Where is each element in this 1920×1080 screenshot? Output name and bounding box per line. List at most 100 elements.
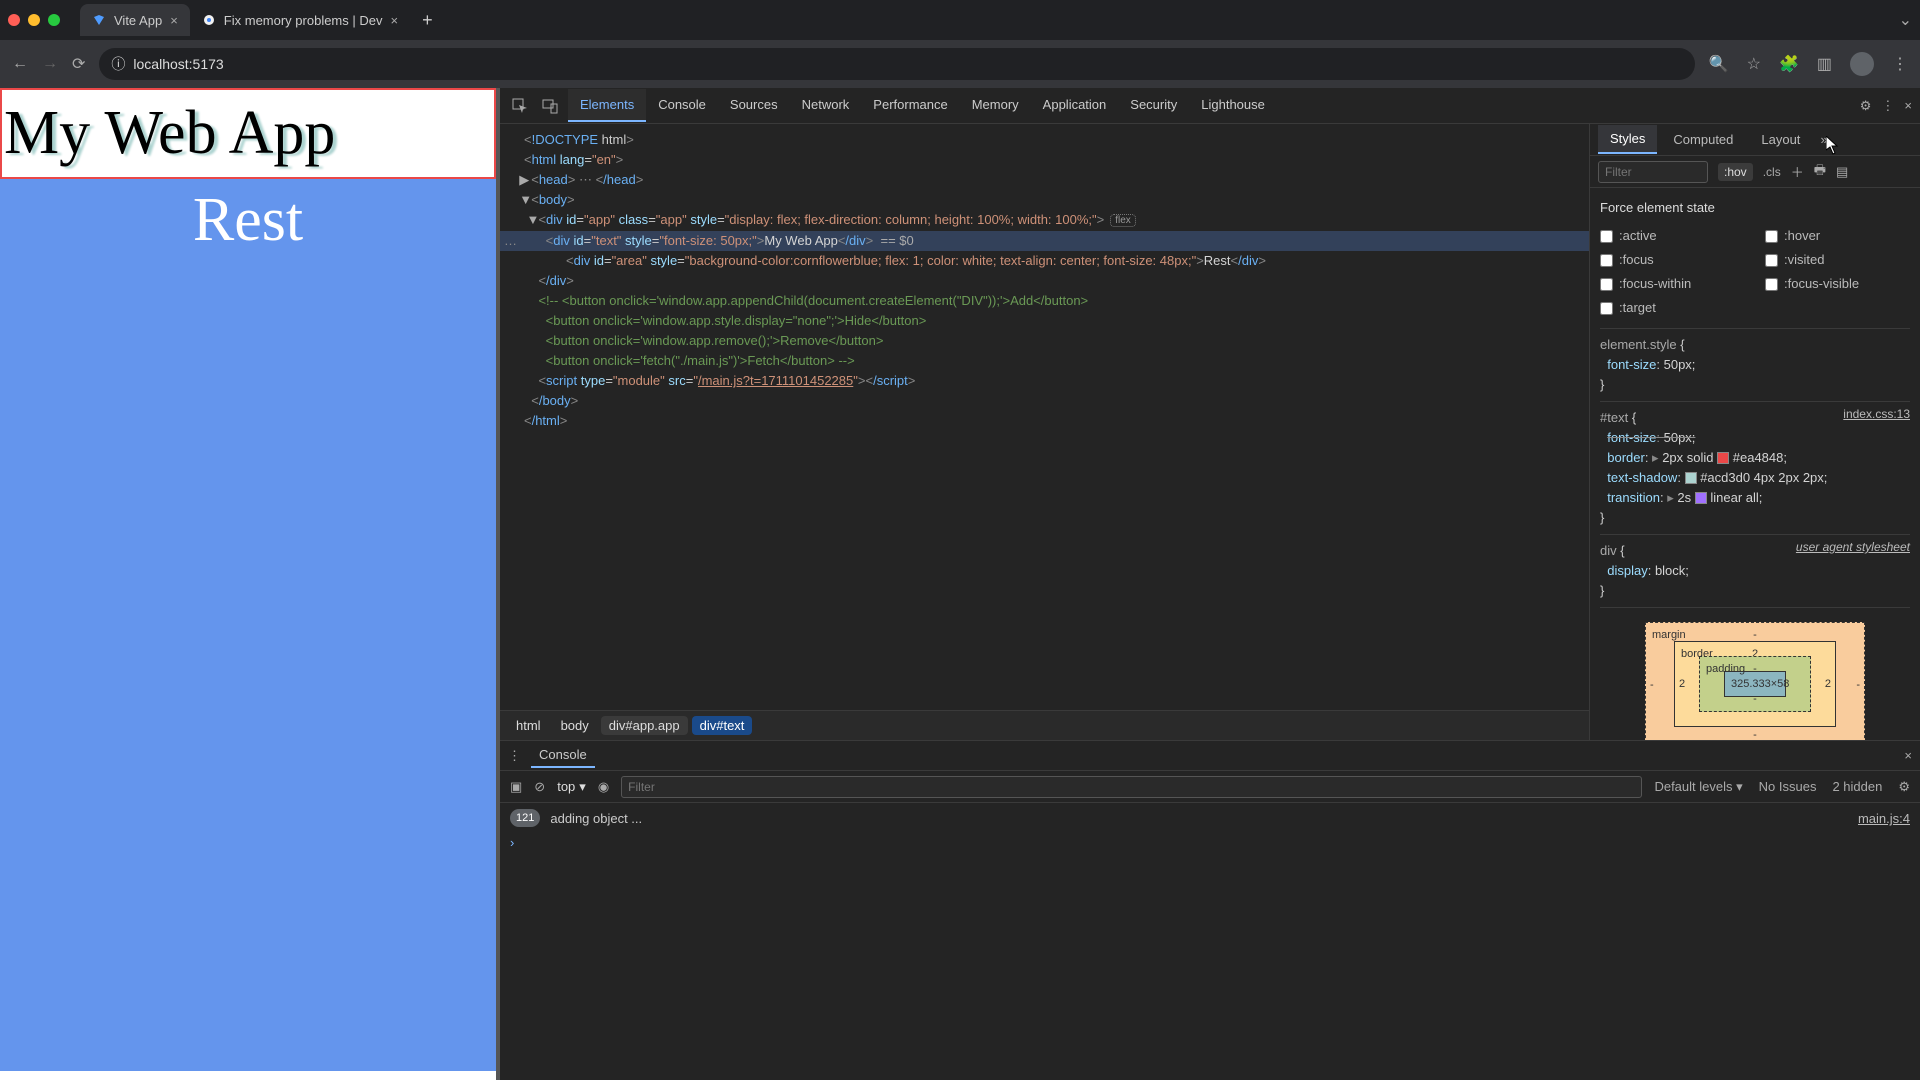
styles-tab-styles[interactable]: Styles: [1598, 125, 1657, 154]
dom-breadcrumb[interactable]: htmlbodydiv#app.appdiv#text: [500, 710, 1589, 740]
devtools-tab-performance[interactable]: Performance: [861, 89, 959, 122]
side-panel-icon[interactable]: ▥: [1817, 54, 1832, 74]
live-expression-icon[interactable]: ◉: [598, 779, 609, 795]
console-settings-icon[interactable]: ⚙: [1898, 779, 1910, 795]
dom-tree-line[interactable]: ▼<body>: [500, 190, 1589, 210]
dom-tree-line[interactable]: <!-- <button onclick='window.app.appendC…: [500, 291, 1589, 311]
dom-tree-line[interactable]: ▶<head> ⋯ </head>: [500, 170, 1589, 190]
cls-toggle[interactable]: .cls: [1763, 165, 1781, 179]
new-style-rule-icon[interactable]: ＋: [1791, 162, 1804, 181]
close-tab-icon[interactable]: ×: [170, 13, 178, 28]
state-toggle-visited[interactable]: :visited: [1765, 250, 1910, 270]
breadcrumb-item[interactable]: html: [508, 716, 549, 735]
dom-tree-line[interactable]: <!DOCTYPE html>: [500, 130, 1589, 150]
new-tab-button[interactable]: +: [410, 10, 445, 31]
log-source-link[interactable]: main.js:4: [1858, 809, 1910, 829]
console-filter-input[interactable]: [621, 776, 1642, 798]
chevron-down-icon: ▾: [579, 779, 586, 795]
browser-tab-2[interactable]: Fix memory problems | Dev ×: [190, 4, 410, 36]
execution-context-selector[interactable]: top ▾: [557, 779, 586, 795]
state-toggle-focus-within[interactable]: :focus-within: [1600, 274, 1745, 294]
console-drawer-tab[interactable]: Console: [531, 743, 595, 768]
dom-tree-line[interactable]: <button onclick='window.app.style.displa…: [500, 311, 1589, 331]
reload-button[interactable]: ⟳: [72, 54, 85, 74]
browser-tab-1[interactable]: Vite App ×: [80, 4, 190, 36]
force-element-state-header: Force element state: [1600, 194, 1910, 226]
devtools-tab-application[interactable]: Application: [1031, 89, 1119, 122]
kebab-menu-icon[interactable]: ⋮: [1892, 54, 1908, 74]
dom-tree-line[interactable]: <html lang="en">: [500, 150, 1589, 170]
hidden-label[interactable]: 2 hidden: [1832, 779, 1882, 794]
site-info-icon[interactable]: ⓘ: [111, 54, 125, 74]
dom-tree[interactable]: <!DOCTYPE html> <html lang="en"> ▶<head>…: [500, 124, 1589, 710]
dom-tree-line[interactable]: </html>: [500, 411, 1589, 431]
devtools-kebab-icon[interactable]: ⋮: [1881, 98, 1894, 114]
drawer-close-icon[interactable]: ×: [1904, 748, 1912, 763]
hov-toggle[interactable]: :hov: [1718, 163, 1753, 181]
clear-console-icon[interactable]: ⊘: [534, 779, 545, 795]
dom-tree-line[interactable]: </body>: [500, 391, 1589, 411]
close-window-dot[interactable]: [8, 14, 20, 26]
drawer-kebab-icon[interactable]: ⋮: [508, 748, 521, 764]
css-rule-block[interactable]: user agent stylesheetdiv { display: bloc…: [1600, 535, 1910, 608]
state-toggle-hover[interactable]: :hover: [1765, 226, 1910, 246]
bookmark-icon[interactable]: ☆: [1747, 54, 1761, 74]
issues-label[interactable]: No Issues: [1759, 779, 1817, 794]
styles-overflow-icon[interactable]: »: [1820, 132, 1827, 147]
profile-avatar[interactable]: [1850, 52, 1874, 76]
devtools-settings-icon[interactable]: ⚙: [1860, 98, 1872, 114]
breadcrumb-item[interactable]: body: [553, 716, 597, 735]
border-left-value[interactable]: 2: [1679, 674, 1685, 694]
styles-tab-layout[interactable]: Layout: [1749, 126, 1812, 153]
devtools-tab-memory[interactable]: Memory: [960, 89, 1031, 122]
dom-tree-line[interactable]: ▼<div id="app" class="app" style="displa…: [500, 210, 1589, 231]
styles-filter-input[interactable]: [1598, 161, 1708, 183]
address-bar[interactable]: ⓘ localhost:5173: [99, 48, 1694, 80]
dom-tree-line[interactable]: <button onclick='fetch("./main.js")'>Fet…: [500, 351, 1589, 371]
styles-tab-computed[interactable]: Computed: [1661, 126, 1745, 153]
close-tab-icon[interactable]: ×: [390, 13, 398, 28]
dom-tree-line[interactable]: <div id="area" style="background-color:c…: [500, 251, 1589, 271]
dom-tree-line[interactable]: … <div id="text" style="font-size: 50px;…: [500, 231, 1589, 251]
console-sidebar-toggle-icon[interactable]: ▣: [510, 779, 522, 795]
css-rule-block[interactable]: index.css:13#text { font-size: 50px; bor…: [1600, 402, 1910, 535]
log-levels-selector[interactable]: Default levels ▾: [1654, 779, 1742, 795]
dom-tree-line[interactable]: <script type="module" src="/main.js?t=17…: [500, 371, 1589, 391]
window-traffic-lights[interactable]: [8, 14, 60, 26]
devtools-tab-network[interactable]: Network: [790, 89, 862, 122]
margin-right-value[interactable]: -: [1856, 675, 1860, 695]
css-rule-block[interactable]: element.style { font-size: 50px;}: [1600, 329, 1910, 402]
breadcrumb-item[interactable]: div#app.app: [601, 716, 688, 735]
devtools-tab-sources[interactable]: Sources: [718, 89, 790, 122]
margin-bottom-value[interactable]: -: [1753, 725, 1757, 740]
border-right-value[interactable]: 2: [1825, 674, 1831, 694]
devtools-tab-lighthouse[interactable]: Lighthouse: [1189, 89, 1277, 122]
device-toolbar-icon[interactable]: [538, 94, 562, 118]
back-button[interactable]: ←: [12, 55, 28, 73]
flex-overlay-icon[interactable]: ▤: [1836, 164, 1848, 180]
devtools-tab-elements[interactable]: Elements: [568, 89, 646, 122]
dom-tree-line[interactable]: <button onclick='window.app.remove();'>R…: [500, 331, 1589, 351]
breadcrumb-item[interactable]: div#text: [692, 716, 753, 735]
margin-left-value[interactable]: -: [1650, 675, 1654, 695]
console-prompt-caret[interactable]: ›: [510, 829, 1910, 853]
chevron-down-icon[interactable]: ⌄: [1899, 10, 1912, 30]
box-model-diagram[interactable]: margin - - - - border 2 2 2 pa: [1645, 622, 1865, 740]
padding-bottom-value[interactable]: -: [1753, 689, 1757, 709]
page-area: Rest: [0, 179, 496, 1071]
padding-top-value[interactable]: -: [1753, 659, 1757, 679]
devtools-tab-security[interactable]: Security: [1118, 89, 1189, 122]
inspect-element-icon[interactable]: [508, 94, 532, 118]
dom-tree-line[interactable]: </div>: [500, 271, 1589, 291]
minimize-window-dot[interactable]: [28, 14, 40, 26]
devtools-tab-console[interactable]: Console: [646, 89, 718, 122]
extensions-icon[interactable]: 🧩: [1779, 54, 1799, 74]
state-toggle-focus-visible[interactable]: :focus-visible: [1765, 274, 1910, 294]
maximize-window-dot[interactable]: [48, 14, 60, 26]
devtools-close-icon[interactable]: ×: [1904, 98, 1912, 114]
print-media-icon[interactable]: 🖶: [1814, 161, 1826, 183]
state-toggle-focus[interactable]: :focus: [1600, 250, 1745, 270]
state-toggle-active[interactable]: :active: [1600, 226, 1745, 246]
zoom-icon[interactable]: 🔍: [1709, 54, 1729, 74]
state-toggle-target[interactable]: :target: [1600, 298, 1745, 318]
